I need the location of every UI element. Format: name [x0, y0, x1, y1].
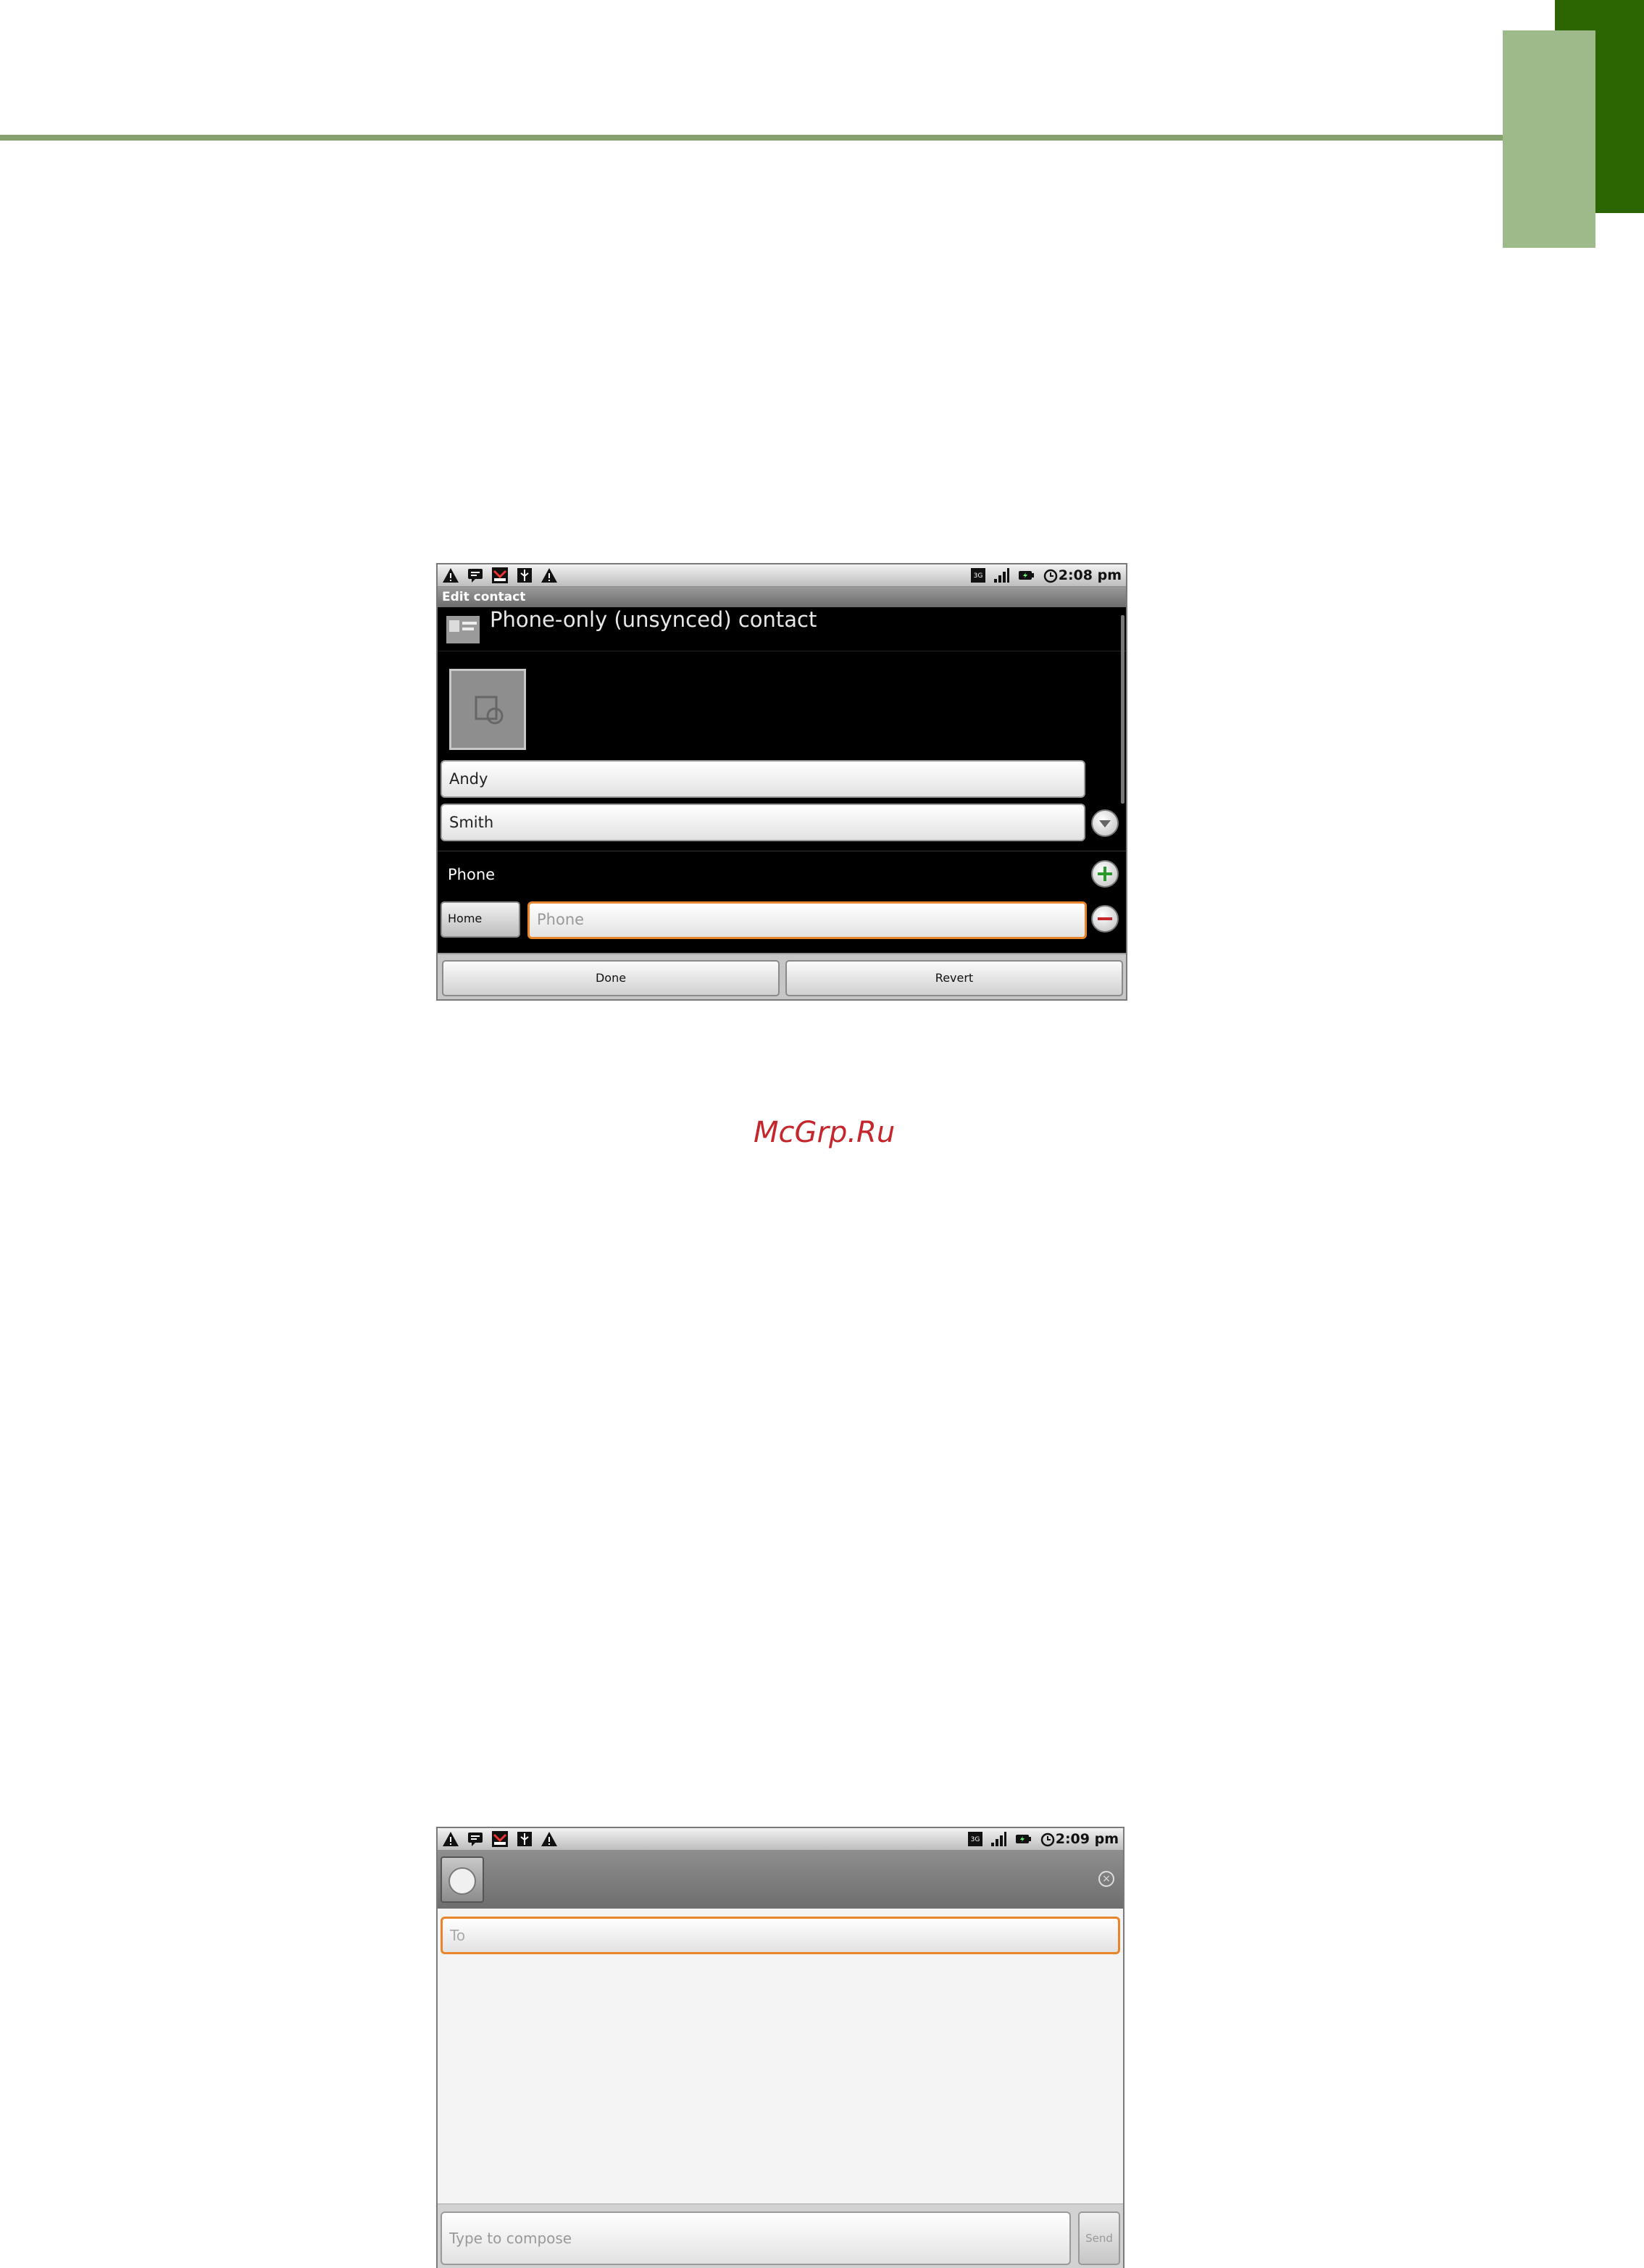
compose-bar: Type to compose Send [438, 2204, 1123, 2268]
svg-text:3G: 3G [971, 1836, 980, 1843]
compose-input[interactable]: Type to compose [441, 2211, 1071, 2265]
send-button[interactable]: Send [1078, 2211, 1120, 2265]
3g-icon: 3G [971, 568, 985, 583]
last-name-field[interactable]: Smith [441, 804, 1085, 841]
signal-icon [994, 568, 1009, 583]
chevron-down-icon [1099, 820, 1111, 827]
usb-icon [517, 568, 532, 583]
svg-text:3G: 3G [974, 572, 983, 580]
avatar[interactable] [441, 1856, 484, 1903]
alarm-icon [1040, 1833, 1055, 1847]
phone-input[interactable]: Phone [527, 901, 1087, 939]
plus-icon [1098, 867, 1112, 881]
account-label: Phone-only (unsynced) contact [490, 607, 817, 632]
alarm-icon [1043, 569, 1058, 583]
done-button[interactable]: Done [442, 960, 780, 996]
phone-section-label: Phone [448, 866, 496, 883]
warning-icon [443, 568, 459, 583]
contact-photo-button[interactable] [449, 669, 526, 750]
phone-type-button[interactable]: Home [441, 901, 520, 938]
chat-icon [468, 569, 483, 583]
close-icon[interactable]: × [1098, 1871, 1114, 1887]
status-time: 2:09 pm [1055, 1831, 1119, 1847]
missed-call-icon [492, 567, 508, 583]
messaging-screenshot: 3G 2:09 pm × To Type to compose Send [436, 1827, 1124, 2268]
scrollbar[interactable] [1121, 615, 1124, 804]
header-rule [0, 135, 1507, 141]
signal-icon [991, 1832, 1006, 1846]
add-photo-icon [475, 696, 504, 725]
window-title: Edit contact [438, 587, 1126, 607]
status-bar: 3G 2:08 pm [438, 564, 1126, 587]
status-bar: 3G 2:09 pm [438, 1828, 1123, 1851]
account-row: Phone-only (unsynced) contact [438, 607, 1126, 651]
minus-icon [1098, 917, 1112, 920]
chat-icon [468, 1833, 483, 1846]
recipient-input[interactable]: To [441, 1917, 1120, 1954]
warning-icon [541, 1832, 557, 1846]
status-time: 2:08 pm [1058, 567, 1122, 583]
warning-icon [443, 1832, 459, 1846]
expand-name-button[interactable] [1091, 809, 1119, 837]
battery-icon [1019, 571, 1034, 580]
revert-button[interactable]: Revert [785, 960, 1123, 996]
warning-icon [541, 568, 557, 583]
bottom-action-bar: Done Revert [438, 953, 1126, 999]
message-header: × [438, 1851, 1123, 1909]
add-phone-button[interactable] [1091, 860, 1119, 888]
missed-call-icon [492, 1831, 508, 1847]
first-name-field[interactable]: Andy [441, 760, 1085, 798]
edit-contact-screenshot: 3G 2:08 pm Edit contact Phone-only (unsy… [436, 563, 1127, 1001]
watermark: McGrp.Ru [754, 1116, 896, 1149]
usb-icon [517, 1832, 532, 1846]
3g-icon: 3G [968, 1832, 982, 1846]
battery-icon [1016, 1835, 1031, 1843]
phone-contact-icon [446, 616, 480, 643]
corner-tab-light [1503, 30, 1595, 248]
contact-avatar-icon [448, 1867, 476, 1895]
remove-phone-button[interactable] [1091, 905, 1119, 933]
